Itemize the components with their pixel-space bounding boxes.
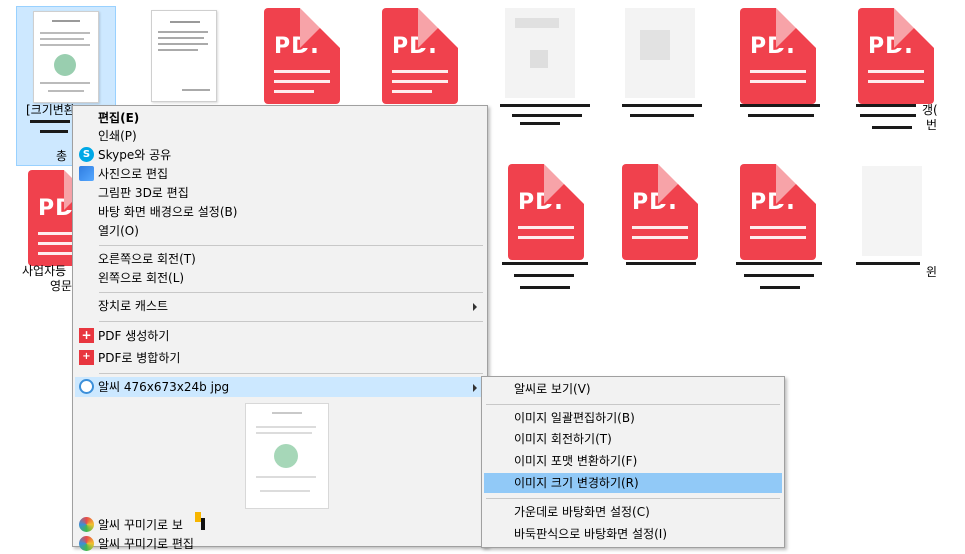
file-label: 갱( — [922, 103, 938, 117]
menu-item-rotate-left[interactable]: 왼쪽으로 회전(L) — [75, 268, 485, 288]
file-label: 사업자등 — [22, 264, 67, 278]
file-label: [크기변환 — [26, 103, 75, 117]
menu-item-set-wallpaper[interactable]: 바탕 화면 배경으로 설정(B) — [75, 202, 485, 222]
menu-item-edit-photos[interactable]: 사진으로 편집 — [75, 164, 485, 184]
pdf-file-icon[interactable]: PDF — [622, 164, 698, 260]
skype-icon: S — [79, 147, 94, 162]
submenu-item-view-alsee[interactable]: 알씨로 보기(V) — [484, 379, 782, 399]
menu-item-alsee[interactable]: 알씨 476x673x24b jpg — [75, 377, 485, 397]
seal-icon — [54, 54, 76, 76]
submenu-item-wallpaper-center[interactable]: 가운데로 바탕화면 설정(C) — [484, 502, 782, 522]
submenu-item-resize[interactable]: 이미지 크기 변경하기(R) — [484, 473, 782, 493]
submenu-item-batch-edit[interactable]: 이미지 일괄편집하기(B) — [484, 408, 782, 428]
pdf-file-icon[interactable]: PDI — [740, 8, 816, 104]
menu-item-create-pdf[interactable]: + PDF 생성하기 — [75, 326, 485, 346]
menu-item-cast-to-device[interactable]: 장치로 캐스트 — [75, 296, 485, 316]
menu-separator — [99, 373, 483, 374]
pdf-file-icon[interactable]: PDI — [740, 164, 816, 260]
menu-item-print[interactable]: 인쇄(P) — [75, 126, 485, 146]
chevron-right-icon — [473, 384, 477, 392]
menu-item-merge-pdf[interactable]: + PDF로 병합하기 — [75, 348, 485, 368]
menu-item-rotate-right[interactable]: 오른쪽으로 회전(T) — [75, 249, 485, 269]
chevron-right-icon — [473, 303, 477, 311]
menu-item-paint3d[interactable]: 그림판 3D로 편집 — [75, 183, 485, 203]
menu-separator — [99, 245, 483, 246]
submenu-item-wallpaper-tile[interactable]: 바둑판식으로 바탕화면 설정(I) — [484, 524, 782, 544]
alsee-decorate-icon — [79, 517, 94, 532]
pdf-file-icon[interactable]: PDF — [382, 8, 458, 104]
menu-item-edit[interactable]: 편집(E) — [75, 108, 485, 128]
document-thumbnail — [33, 11, 99, 103]
pdf-create-icon: + — [79, 328, 94, 343]
menu-separator — [99, 292, 483, 293]
context-menu: 편집(E) 인쇄(P) S Skype와 공유 사진으로 편집 그림판 3D로 … — [72, 105, 488, 551]
file-label: 윈 — [926, 265, 938, 279]
menu-separator — [99, 321, 483, 322]
pdf-file-icon[interactable]: PDF — [508, 164, 584, 260]
menu-item-alsee-decorate-edit[interactable]: 알씨 꾸미기로 편집 — [75, 534, 485, 554]
pdf-file-icon[interactable]: PDF — [264, 8, 340, 104]
image-preview — [245, 403, 329, 509]
blurred-thumbnail[interactable] — [862, 166, 922, 256]
alsee-submenu: 알씨로 보기(V) 이미지 일괄편집하기(B) 이미지 회전하기(T) 이미지 … — [481, 376, 785, 548]
seal-icon — [274, 444, 298, 468]
alsee-icon — [79, 379, 94, 394]
submenu-item-rotate[interactable]: 이미지 회전하기(T) — [484, 429, 782, 449]
menu-item-open[interactable]: 열기(O) — [75, 221, 485, 241]
photos-icon — [79, 166, 94, 181]
file-label: 영문 — [50, 279, 73, 293]
menu-separator — [486, 498, 780, 499]
menu-separator — [486, 404, 780, 405]
submenu-item-convert-format[interactable]: 이미지 포맷 변환하기(F) — [484, 451, 782, 471]
file-label: 번 — [926, 118, 938, 132]
pdf-merge-icon: + — [79, 350, 94, 365]
document-thumbnail[interactable] — [151, 10, 217, 102]
menu-item-alsee-decorate-view[interactable]: 알씨 꾸미기로 보 — [75, 515, 485, 535]
pdf-file-icon[interactable]: PDF — [858, 8, 934, 104]
file-label: 총 — [56, 149, 68, 163]
alsee-decorate-icon — [79, 536, 94, 551]
menu-item-share-skype[interactable]: S Skype와 공유 — [75, 145, 485, 165]
